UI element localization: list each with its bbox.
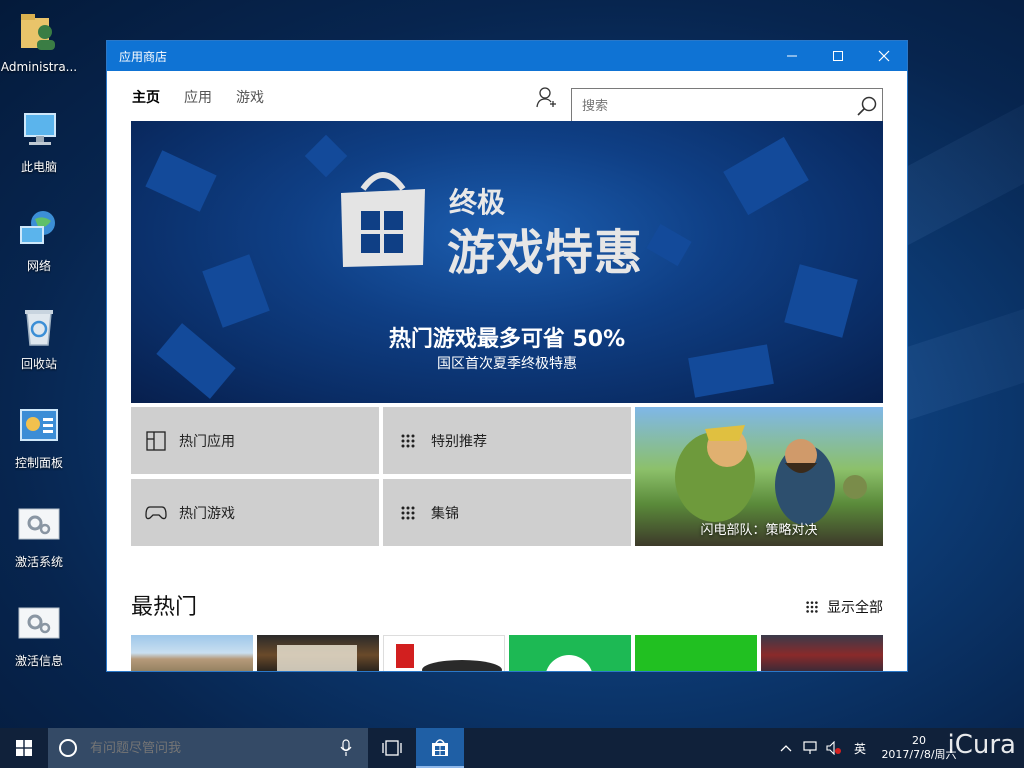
app-thumbnail-art xyxy=(546,655,592,671)
maximize-button[interactable] xyxy=(815,41,861,71)
desktop-icon-label: 此电脑 xyxy=(20,160,57,174)
search-box[interactable] xyxy=(571,88,883,124)
show-all-link[interactable]: 显示全部 xyxy=(805,597,883,617)
maximize-icon xyxy=(833,51,843,61)
task-view-icon xyxy=(382,740,402,756)
search-button[interactable] xyxy=(852,91,882,121)
desktop-icon-label: Administra... xyxy=(0,60,78,74)
cortana-icon xyxy=(59,739,77,757)
store-window: 应用商店 主页 应用 游戏 搜索 终极 游戏特惠 热门游戏最多可省 50% 国区… xyxy=(106,40,908,672)
windows-logo-icon xyxy=(16,740,32,756)
tile-collections[interactable]: 集锦 xyxy=(383,479,631,546)
decor-shard xyxy=(202,254,270,328)
show-all-label: 显示全部 xyxy=(827,600,883,616)
volume-tray-button[interactable] xyxy=(822,741,846,755)
store-bag-icon xyxy=(432,739,448,756)
microphone-icon[interactable] xyxy=(340,739,352,757)
desktop-icon-label: 激活信息 xyxy=(14,654,63,668)
tile-label: 热门应用 xyxy=(179,433,235,450)
tile-label: 热门游戏 xyxy=(179,505,235,522)
app-thumbnail[interactable] xyxy=(509,635,631,671)
search-input[interactable] xyxy=(572,97,852,115)
store-bag-logo xyxy=(341,172,425,267)
decor-shard xyxy=(646,223,692,267)
cortana-search[interactable] xyxy=(48,728,368,768)
desktop-icon-label: 控制面板 xyxy=(14,456,63,470)
app-thumbnail[interactable] xyxy=(761,635,883,671)
show-hidden-icons-button[interactable] xyxy=(774,744,798,752)
app-thumbnail[interactable] xyxy=(131,635,253,671)
desktop-icon-this-pc[interactable]: 此电脑 xyxy=(0,108,78,175)
taskbar-store-button[interactable] xyxy=(416,728,464,768)
settings-app-icon xyxy=(18,508,60,540)
account-button[interactable] xyxy=(535,85,559,109)
desktop-icon-recycle-bin[interactable]: 回收站 xyxy=(0,305,78,372)
watermark-text: iCura xyxy=(947,730,1016,760)
computer-icon xyxy=(24,113,56,145)
network-icon xyxy=(20,211,55,244)
promo-title: 闪电部队：策略对决 xyxy=(700,523,818,538)
desktop-icon-network[interactable]: 网络 xyxy=(0,207,78,274)
apps-layout-icon xyxy=(146,430,166,451)
settings-app-icon xyxy=(18,607,60,639)
app-thumbnail[interactable] xyxy=(383,635,505,671)
control-panel-icon xyxy=(20,409,58,441)
hero-subline: 国区首次夏季终极特惠 xyxy=(437,356,577,372)
dots-grid-icon xyxy=(401,506,415,519)
add-user-icon xyxy=(536,87,556,108)
start-button[interactable] xyxy=(0,728,48,768)
app-thumbnail-art xyxy=(396,644,502,671)
gamepad-icon xyxy=(145,505,167,519)
hero-headline: 热门游戏最多可省 50% xyxy=(388,327,626,352)
desktop-icon-activation-info[interactable]: 激活信息 xyxy=(0,602,78,669)
app-thumbnail-art xyxy=(277,645,357,671)
taskbar: 英 20 2017/7/8/周六 xyxy=(0,728,1024,768)
chevron-up-icon xyxy=(780,745,792,752)
desktop-icon-control-panel[interactable]: 控制面板 xyxy=(0,404,78,471)
hero-banner[interactable]: 终极 游戏特惠 热门游戏最多可省 50% 国区首次夏季终极特惠 xyxy=(131,121,883,403)
desktop-icon-label: 回收站 xyxy=(20,357,57,371)
store-nav: 主页 应用 游戏 xyxy=(107,71,907,124)
desktop-icon-label: 激活系统 xyxy=(14,555,63,569)
tab-apps[interactable]: 应用 xyxy=(184,87,212,107)
minimize-button[interactable] xyxy=(769,41,815,71)
app-thumbnail[interactable] xyxy=(257,635,379,671)
app-thumbnail[interactable] xyxy=(635,635,757,671)
promo-tile-game[interactable]: 闪电部队：策略对决 xyxy=(635,407,883,546)
search-icon xyxy=(857,96,877,116)
window-title: 应用商店 xyxy=(119,49,168,64)
cortana-input[interactable] xyxy=(88,739,340,757)
desktop-icon-activate-system[interactable]: 激活系统 xyxy=(0,503,78,570)
tab-games[interactable]: 游戏 xyxy=(236,87,264,107)
title-bar[interactable]: 应用商店 xyxy=(107,41,907,71)
user-folder-icon xyxy=(21,14,55,50)
desktop-icon-label: 网络 xyxy=(26,259,51,273)
hero-title-line2: 游戏特惠 xyxy=(447,225,644,281)
ime-indicator[interactable]: 英 xyxy=(846,740,874,757)
decor-shard xyxy=(723,136,809,216)
tile-label: 特别推荐 xyxy=(431,433,487,450)
tile-top-games[interactable]: 热门游戏 xyxy=(131,479,379,546)
tile-featured[interactable]: 特别推荐 xyxy=(383,407,631,474)
decor-shard xyxy=(145,150,217,212)
task-view-button[interactable] xyxy=(368,728,416,768)
recycle-bin-icon xyxy=(25,310,53,346)
close-icon xyxy=(878,50,890,62)
tile-top-apps[interactable]: 热门应用 xyxy=(131,407,379,474)
minimize-icon xyxy=(787,55,797,57)
network-tray-button[interactable] xyxy=(798,741,822,755)
volume-muted-icon xyxy=(826,741,841,755)
tab-home[interactable]: 主页 xyxy=(132,87,160,107)
network-tray-icon xyxy=(803,741,817,754)
dots-grid-icon xyxy=(806,601,818,613)
dots-grid-icon xyxy=(401,434,415,447)
close-button[interactable] xyxy=(861,41,907,71)
section-title-top: 最热门 xyxy=(131,595,198,620)
desktop-icon-administrator[interactable]: Administra... xyxy=(0,10,78,74)
tile-label: 集锦 xyxy=(431,505,459,522)
